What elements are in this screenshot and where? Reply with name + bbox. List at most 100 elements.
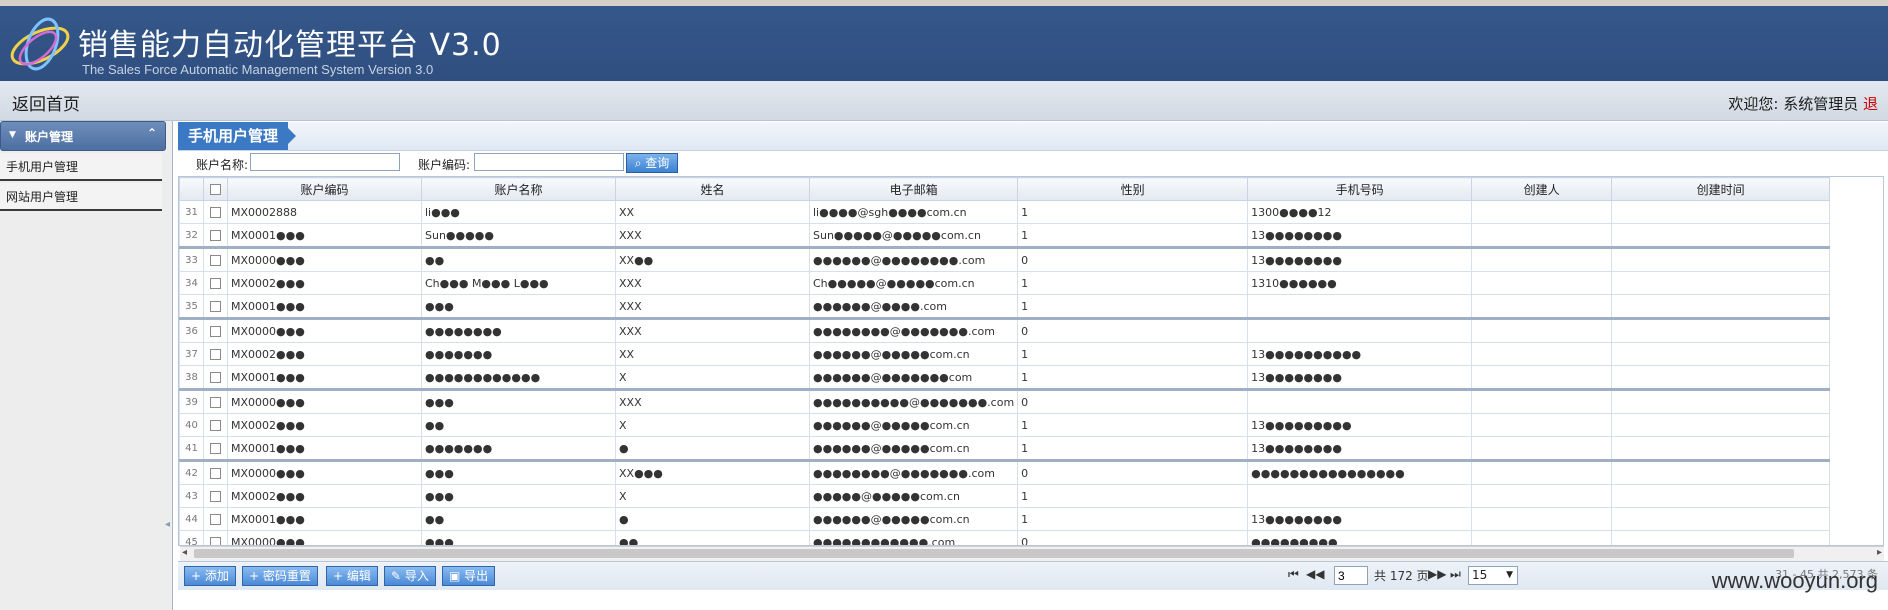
row-checkbox[interactable] [203,459,228,485]
sidebar-section-account[interactable]: ▼ 账户管理 ⌃ [0,121,166,151]
row-checkbox[interactable] [203,271,228,295]
page-number-input[interactable] [1334,566,1368,585]
row-checkbox[interactable] [203,223,228,248]
cell-creator [1471,223,1613,248]
checkbox-icon[interactable] [210,372,221,383]
sidebar-item-web-users[interactable]: 网站用户管理 [0,183,162,211]
cell-phone: 1310●●●●●● [1247,271,1473,295]
back-home-link[interactable]: 返回首页 [12,90,80,115]
cell-account-code: MX0001●●● [227,436,422,461]
row-checkbox[interactable] [203,507,228,531]
checkbox-icon[interactable] [210,443,221,454]
cell-account-code: MX0001●●● [227,507,422,531]
cell-email: ●●●●●●@●●●●.com [808,294,1019,319]
scroll-left-icon[interactable]: ◂ [182,547,187,558]
reset-password-button[interactable]: + 密码重置 [242,566,318,586]
table-row[interactable]: 37 MX0002●●● ●●●●●●● XX ●●●●●●@●●●●●com.cn 1 1… [179,342,1831,366]
row-checkbox[interactable] [203,246,228,272]
scrollbar-thumb[interactable] [194,549,1794,558]
sidebar-item-mobile-users[interactable]: 手机用户管理 [0,153,162,181]
row-checkbox[interactable] [203,342,228,366]
cell-account-name: ●●●●●●● [421,342,616,366]
col-header[interactable]: 姓名 [615,177,810,201]
checkbox-icon[interactable] [210,349,221,360]
col-header[interactable]: 账户编码 [227,177,422,201]
col-header[interactable]: 账户名称 [421,177,616,201]
table-row[interactable]: 36 MX0000●●● ●●●●●●●● XXX ●●●●●●●●@●●●●●●●.c… [179,317,1831,343]
select-all-checkbox[interactable] [203,177,228,201]
cell-creator [1471,317,1613,343]
checkbox-icon[interactable] [210,278,221,289]
table-row[interactable]: 44 MX0001●●● ●● ● ●●●●●●@●●●●●com.cn 1 13●●●●●… [179,507,1831,531]
nav-bar: 返回首页 欢迎您: 系统管理员 退 [0,81,1888,121]
search-bar: 账户名称: 账户编码: ⌕ 查询 [178,151,1888,175]
checkbox-icon[interactable] [210,326,221,337]
table-row[interactable]: 31 MX0002888 li●●● XX li●●●●@sgh●●●●com.cn 1 1… [179,200,1831,224]
import-button[interactable]: ✎ 导入 [384,566,436,586]
checkbox-icon[interactable] [210,397,221,408]
table-row[interactable]: 41 MX0001●●● ●●●●●●● ● ●●●●●●@●●●●●com.cn 1 13… [179,436,1831,461]
table-row[interactable]: 32 MX0001●●● Sun●●●●● XXX Sun●●●●●@●●●●●com.… [179,223,1831,248]
next-page-icon[interactable]: ▶▶ [1428,567,1446,581]
page-size-select[interactable]: 15 ▼ [1468,566,1518,585]
checkbox-icon[interactable] [210,468,221,479]
table-row[interactable]: 43 MX0002●●● ●●● X ●●●●●@●●●●●com.cn 1 [179,484,1831,508]
col-header[interactable]: 性别 [1017,177,1249,201]
cell-phone: 13●●●●●●●●●● [1247,342,1473,366]
row-checkbox[interactable] [203,413,228,437]
prev-page-icon[interactable]: ◀◀ [1306,567,1324,581]
row-checkbox[interactable] [203,388,228,414]
checkbox-icon[interactable] [210,207,221,218]
checkbox-icon[interactable] [210,420,221,431]
checkbox-icon[interactable] [210,537,221,545]
row-checkbox[interactable] [203,484,228,508]
account-name-input[interactable] [250,153,400,171]
table-row[interactable]: 38 MX0001●●● ●●●●●●●●●●●● X ●●●●●●@●●●●●●●co… [179,365,1831,390]
checkbox-icon[interactable] [210,255,221,266]
account-code-input[interactable] [474,153,624,171]
table-row[interactable]: 39 MX0000●●● ●●● XXX ●●●●●●●●●●@●●●●●●●.com 0 [179,388,1831,414]
row-checkbox[interactable] [203,200,228,224]
col-header[interactable]: 手机号码 [1247,177,1473,201]
table-row[interactable]: 35 MX0001●●● ●●● XXX ●●●●●●@●●●●.com 1 [179,294,1831,319]
edit-button[interactable]: + 编辑 [326,566,378,586]
splitter-handle-icon[interactable]: ◂ [165,519,171,533]
row-checkbox[interactable] [203,530,228,545]
cell-creator [1471,413,1613,437]
cell-gender: 0 [1017,317,1249,343]
row-number: 45 [179,530,204,545]
last-page-icon[interactable]: ⏭ [1450,567,1461,582]
collapse-icon[interactable]: ⌃ [147,126,157,140]
col-header[interactable]: 电子邮箱 [808,177,1019,201]
horizontal-scrollbar[interactable]: ◂ ▸ [180,546,1884,561]
add-button[interactable]: + 添加 [184,566,236,586]
checkbox-icon[interactable] [210,514,221,525]
add-button-label: 添加 [204,569,229,583]
checkbox-icon[interactable] [210,491,221,502]
table-row[interactable]: 33 MX0000●●● ●● XX●● ●●●●●●@●●●●●●●●.com 0 13●… [179,246,1831,272]
cell-email: ●●●●●●●●●●●●.com [808,530,1019,545]
table-row[interactable]: 42 MX0000●●● ●●● XX●●● ●●●●●●●●@●●●●●●●.com 0… [179,459,1831,485]
data-grid: 账户编码 账户名称 姓名 电子邮箱 性别 手机号码 创建人 创建时间 31 MX0… [178,176,1884,546]
row-checkbox[interactable] [203,436,228,461]
query-button[interactable]: ⌕ 查询 [626,153,678,173]
table-row[interactable]: 45 MX0000●●● ●●● ●● ●●●●●●●●●●●●.com 0 ●●●●●●●… [179,530,1831,545]
first-page-icon[interactable]: ⏮ [1288,567,1299,582]
col-header[interactable]: 创建时间 [1611,177,1831,201]
row-checkbox[interactable] [203,294,228,319]
cell-phone: 13●●●●●●●●● [1247,413,1473,437]
table-row[interactable]: 34 MX0002●●● Ch●●● M●●● L●●● XXX Ch●●●●●@●●●… [179,271,1831,295]
row-checkbox[interactable] [203,317,228,343]
cell-gender: 1 [1017,413,1249,437]
cell-phone: 1300●●●●12 [1247,200,1473,224]
checkbox-icon[interactable] [210,230,221,241]
export-button[interactable]: ▣ 导出 [442,566,496,586]
checkbox-icon[interactable] [210,301,221,312]
row-checkbox[interactable] [203,365,228,390]
table-row[interactable]: 40 MX0002●●● ●● X ●●●●●●@●●●●●com.cn 1 13●●●●●… [179,413,1831,437]
logout-link[interactable]: 退 [1863,95,1878,113]
scroll-right-icon[interactable]: ▸ [1877,547,1882,558]
cell-account-code: MX0000●●● [227,317,422,343]
col-header[interactable]: 创建人 [1471,177,1613,201]
cell-name: XXX [615,388,810,414]
